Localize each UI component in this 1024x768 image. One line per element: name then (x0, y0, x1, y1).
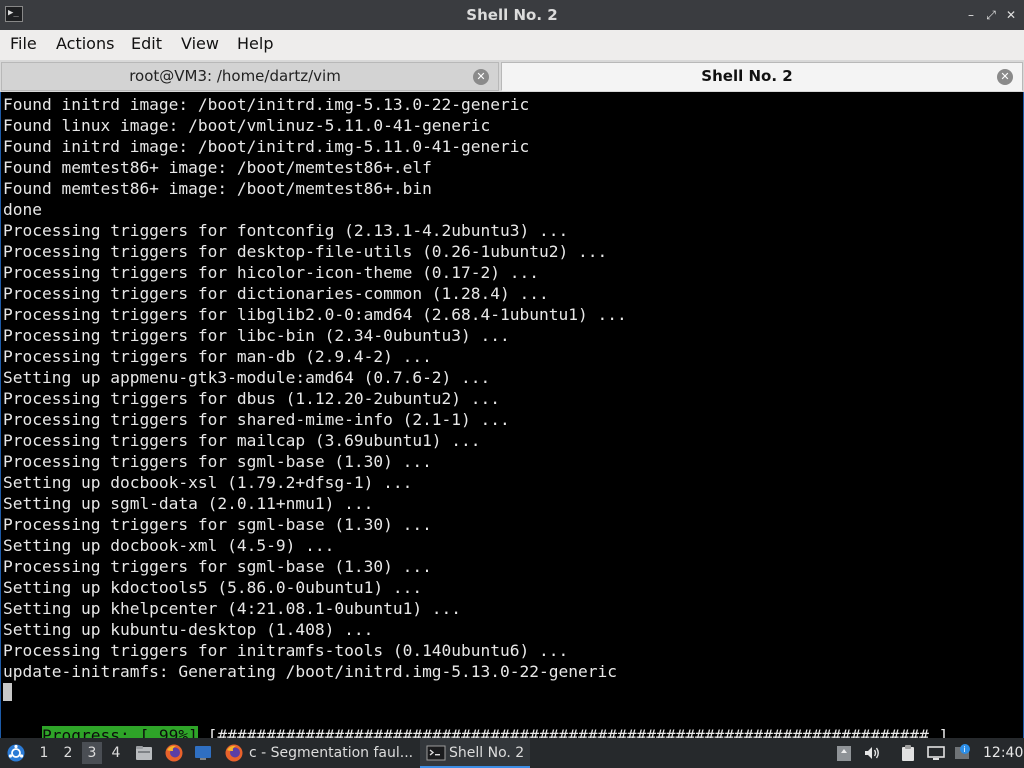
window-title: Shell No. 2 (466, 6, 558, 24)
clipboard-icon[interactable] (898, 743, 918, 763)
terminal-line: Found linux image: /boot/vmlinuz-5.11.0-… (3, 116, 491, 135)
terminal-lines: Found initrd image: /boot/initrd.img-5.1… (3, 94, 627, 682)
menu-view[interactable]: View (181, 30, 219, 58)
menu-file[interactable]: File (10, 30, 37, 58)
terminal-line: Found memtest86+ image: /boot/memtest86+… (3, 158, 432, 177)
terminal-line: Processing triggers for shared-mime-info… (3, 410, 510, 429)
menu-actions[interactable]: Actions (56, 30, 114, 58)
taskbar: 1 2 3 4 c - Segmentation faul... Shell N… (0, 738, 1024, 768)
terminal-line: Found initrd image: /boot/initrd.img-5.1… (3, 95, 530, 114)
task-shell-window[interactable]: Shell No. 2 (420, 738, 530, 768)
menu-edit[interactable]: Edit (131, 30, 162, 58)
tab-close-icon[interactable]: ✕ (473, 69, 489, 85)
terminal-line: Processing triggers for sgml-base (1.30)… (3, 557, 432, 576)
task-firefox-window[interactable]: c - Segmentation faul... (222, 738, 418, 768)
terminal-cursor (3, 683, 12, 701)
firefox-icon[interactable] (164, 743, 184, 763)
terminal-line: Processing triggers for sgml-base (1.30)… (3, 515, 432, 534)
task-label: Shell No. 2 (449, 745, 525, 761)
terminal-line: Setting up kubuntu-desktop (1.408) ... (3, 620, 374, 639)
terminal-line: Found memtest86+ image: /boot/memtest86+… (3, 179, 432, 198)
terminal-line: Processing triggers for sgml-base (1.30)… (3, 452, 432, 471)
tab-root-vim[interactable]: root@VM3: /home/dartz/vim ✕ (1, 62, 499, 91)
terminal-line: Processing triggers for hicolor-icon-the… (3, 263, 540, 282)
terminal-line: Setting up docbook-xml (4.5-9) ... (3, 536, 335, 555)
file-manager-icon[interactable] (134, 743, 154, 763)
terminal-line: Processing triggers for fontconfig (2.13… (3, 221, 569, 240)
kubuntu-menu-icon[interactable] (6, 743, 26, 763)
terminal-line: done (3, 200, 42, 219)
terminal-line: Setting up khelpcenter (4:21.08.1-0ubunt… (3, 599, 462, 618)
terminal-line: Processing triggers for libglib2.0-0:amd… (3, 305, 627, 324)
tab-label: Shell No. 2 (701, 67, 793, 85)
desktop-icon[interactable] (193, 743, 213, 763)
terminal-icon (426, 745, 446, 761)
tab-shell-no-2[interactable]: Shell No. 2 ✕ (501, 62, 1023, 91)
workspace-2[interactable]: 2 (58, 742, 78, 764)
terminal-line: Processing triggers for mailcap (3.69ubu… (3, 431, 481, 450)
workspace-4[interactable]: 4 (106, 742, 126, 764)
updates-icon[interactable]: i (952, 743, 972, 763)
tab-label: root@VM3: /home/dartz/vim (129, 67, 341, 85)
progress-label: Progress: [ 99%] (41, 726, 198, 738)
minimize-icon[interactable]: – (962, 6, 980, 24)
menu-help[interactable]: Help (237, 30, 273, 58)
terminal-line: Processing triggers for desktop-file-uti… (3, 242, 608, 261)
network-icon[interactable] (926, 743, 946, 763)
terminal-line: Setting up docbook-xsl (1.79.2+dfsg-1) .… (3, 473, 413, 492)
volume-icon[interactable] (862, 743, 882, 763)
workspace-3[interactable]: 3 (82, 742, 102, 764)
terminal-output[interactable]: Found initrd image: /boot/initrd.img-5.1… (0, 92, 1024, 738)
terminal-line: Setting up sgml-data (2.0.11+nmu1) ... (3, 494, 374, 513)
close-icon[interactable]: ✕ (1002, 6, 1020, 24)
progress-bar: [#######################################… (197, 726, 949, 738)
clock[interactable]: 12:40 (983, 738, 1023, 768)
terminal-line: Setting up appmenu-gtk3-module:amd64 (0.… (3, 368, 491, 387)
terminal-line: Setting up kdoctools5 (5.86.0-0ubuntu1) … (3, 578, 423, 597)
workspace-1[interactable]: 1 (34, 742, 54, 764)
terminal-line: Found initrd image: /boot/initrd.img-5.1… (3, 137, 530, 156)
tab-close-icon[interactable]: ✕ (997, 69, 1013, 85)
terminal-line: Processing triggers for dbus (1.12.20-2u… (3, 389, 501, 408)
maximize-icon[interactable]: ⤢ (982, 6, 1000, 24)
tab-bar: root@VM3: /home/dartz/vim ✕ Shell No. 2 … (0, 60, 1024, 92)
task-label: c - Segmentation faul... (249, 745, 414, 761)
window-title-bar[interactable]: ▶_ Shell No. 2 – ⤢ ✕ (0, 0, 1024, 30)
terminal-line: Processing triggers for dictionaries-com… (3, 284, 549, 303)
terminal-line: Processing triggers for libc-bin (2.34-0… (3, 326, 510, 345)
firefox-icon (225, 744, 243, 762)
progress-row: Progress: [ 99%] [######################… (3, 704, 948, 738)
terminal-line: update-initramfs: Generating /boot/initr… (3, 662, 617, 681)
terminal-line: Processing triggers for initramfs-tools … (3, 641, 569, 660)
menu-bar: File Actions Edit View Help (0, 30, 1024, 61)
terminal-line: Processing triggers for man-db (2.9.4-2)… (3, 347, 432, 366)
clipboard-tray-icon[interactable] (834, 743, 854, 763)
svg-text:i: i (963, 745, 965, 754)
